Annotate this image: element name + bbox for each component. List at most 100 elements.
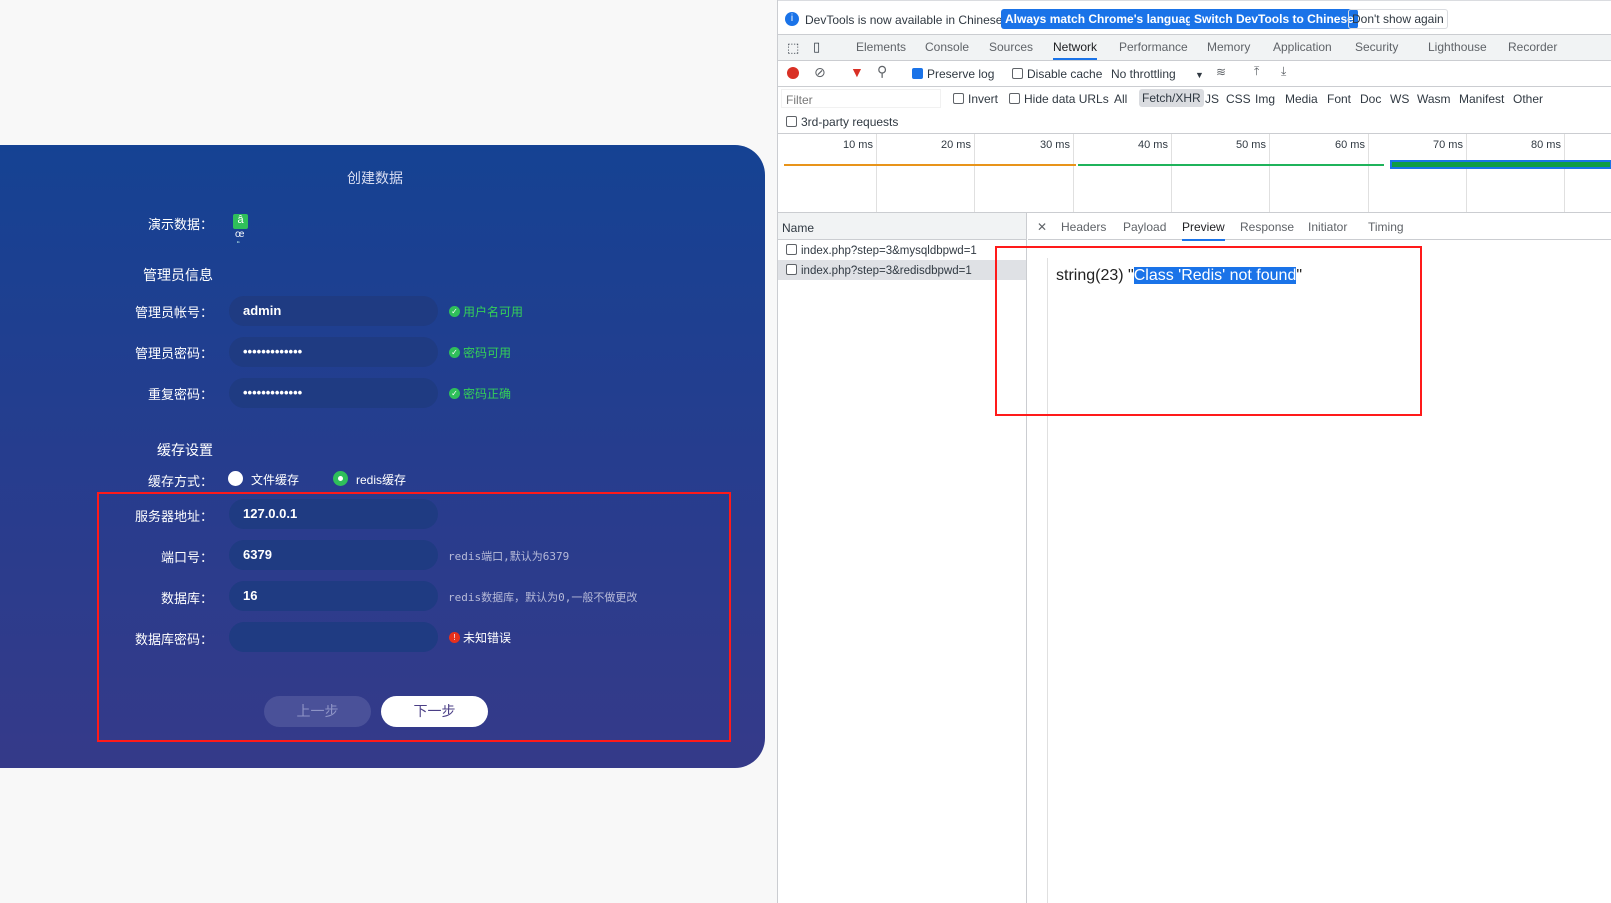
tab-performance[interactable]: Performance (1119, 40, 1188, 54)
cache-section-heading: 缓存设置 (157, 442, 213, 458)
tab-recorder[interactable]: Recorder (1508, 40, 1557, 54)
form-title: 创建数据 (347, 170, 403, 186)
type-other[interactable]: Other (1513, 92, 1543, 106)
throttling-select[interactable]: No throttling ▼ (1111, 67, 1204, 81)
request-row[interactable]: index.php?step=3&mysqldbpwd=1 (778, 240, 1026, 260)
type-css[interactable]: CSS (1226, 92, 1251, 106)
timeline-tick: 40 ms (1138, 139, 1168, 151)
next-button[interactable]: 下一步 (381, 696, 488, 727)
export-har-icon[interactable]: ⤓ (1281, 64, 1286, 79)
always-match-button[interactable]: Always match Chrome's language (1001, 9, 1204, 29)
db-input[interactable]: 16 (229, 581, 438, 611)
status-text: 密码正确 (463, 387, 512, 401)
dbpwd-input[interactable] (229, 622, 438, 652)
network-toolbar: ⊘ ▼ ⚲ Preserve log Disable cache No thro… (778, 61, 1611, 87)
inspect-icon[interactable]: ⬚ (787, 40, 799, 56)
device-toolbar-icon[interactable]: ▯ (813, 39, 820, 55)
type-wasm[interactable]: Wasm (1417, 92, 1451, 106)
third-party-checkbox[interactable]: 3rd-party requests (786, 115, 898, 129)
demo-glyph: œ (235, 229, 245, 240)
error-text: 未知错误 (463, 631, 512, 645)
admin-pwd-label: 管理员密码： (134, 346, 213, 361)
timeline-overview (778, 134, 1611, 213)
type-ws[interactable]: WS (1390, 92, 1409, 106)
status-text: 用户名可用 (463, 305, 524, 319)
port-hint: redis端口,默认为6379 (448, 550, 570, 563)
tab-timing[interactable]: Timing (1368, 220, 1404, 234)
import-har-icon[interactable]: ⤒ (1254, 64, 1259, 79)
repeat-pwd-label: 重复密码： (147, 387, 213, 402)
record-icon[interactable] (787, 67, 799, 79)
throttling-value: No throttling (1111, 67, 1176, 81)
timeline-tick: 30 ms (1040, 139, 1070, 151)
tab-sources[interactable]: Sources (989, 40, 1033, 54)
tab-memory[interactable]: Memory (1207, 40, 1250, 54)
dont-show-button[interactable]: Don't show again (1348, 9, 1448, 29)
request-row-selected[interactable]: index.php?step=3&redisdbpwd=1 (778, 260, 1026, 280)
tab-lighthouse[interactable]: Lighthouse (1428, 40, 1487, 54)
request-bar-download (1078, 164, 1384, 166)
type-img[interactable]: Img (1255, 92, 1275, 106)
type-js[interactable]: JS (1205, 92, 1219, 106)
check-icon: ✓ (449, 388, 460, 399)
repeat-pwd-input[interactable]: ••••••••••••• (229, 378, 438, 408)
tab-elements[interactable]: Elements (856, 40, 906, 54)
close-icon[interactable]: ✕ (1037, 220, 1047, 234)
radio-redis-cache[interactable] (333, 471, 348, 486)
filter-input[interactable]: Filter (781, 89, 941, 108)
name-column-header[interactable]: Name (778, 213, 1026, 240)
admin-user-label: 管理员帐号： (134, 305, 213, 320)
tab-console[interactable]: Console (925, 40, 969, 54)
switch-chinese-button[interactable]: Switch DevTools to Chinese (1190, 9, 1358, 29)
type-doc[interactable]: Doc (1360, 92, 1381, 106)
invert-checkbox[interactable]: Invert (953, 92, 998, 106)
highlight-box (995, 246, 1422, 416)
tab-response[interactable]: Response (1240, 220, 1294, 234)
radio-redis-cache-label: redis缓存 (356, 473, 407, 487)
check-icon: ✓ (449, 306, 460, 317)
third-party-label: 3rd-party requests (801, 115, 899, 129)
hide-data-urls-checkbox[interactable]: Hide data URLs (1009, 92, 1109, 106)
tab-payload[interactable]: Payload (1123, 220, 1166, 234)
type-fetch-xhr[interactable]: Fetch/XHR (1139, 89, 1204, 107)
disable-cache-label: Disable cache (1027, 67, 1103, 81)
tab-initiator[interactable]: Initiator (1308, 220, 1347, 234)
invert-label: Invert (968, 92, 999, 106)
request-name: index.php?step=3&mysqldbpwd=1 (801, 245, 977, 257)
tab-headers[interactable]: Headers (1061, 220, 1106, 234)
clear-icon[interactable]: ⊘ (814, 64, 826, 81)
request-bar-waiting (784, 164, 1076, 166)
preserve-log-checkbox[interactable]: Preserve log (912, 67, 994, 81)
port-label: 端口号： (160, 550, 213, 565)
demo-glyph: “ (237, 240, 240, 249)
demo-checkbox[interactable]: â (233, 214, 248, 229)
db-label: 数据库： (160, 591, 213, 606)
admin-pwd-input[interactable]: ••••••••••••• (229, 337, 438, 367)
admin-user-input[interactable]: admin (229, 296, 438, 326)
preserve-log-label: Preserve log (927, 67, 995, 81)
tab-security[interactable]: Security (1355, 40, 1398, 54)
radio-file-cache[interactable] (228, 471, 243, 486)
port-input[interactable]: 6379 (229, 540, 438, 570)
network-conditions-icon[interactable]: ≋ (1216, 65, 1226, 79)
web-page: 创建数据 演示数据： â œ “ 管理员信息 管理员帐号： admin ✓ 用户名… (0, 0, 777, 903)
error-icon: ! (449, 632, 460, 643)
server-input[interactable]: 127.0.0.1 (229, 499, 438, 529)
type-media[interactable]: Media (1285, 92, 1318, 106)
prev-button[interactable]: 上一步 (264, 696, 371, 727)
type-font[interactable]: Font (1327, 92, 1351, 106)
hide-data-urls-label: Hide data URLs (1024, 92, 1109, 106)
tab-preview[interactable]: Preview (1182, 220, 1225, 241)
info-icon: i (785, 12, 799, 26)
tab-network[interactable]: Network (1053, 40, 1098, 60)
type-manifest[interactable]: Manifest (1459, 92, 1504, 106)
infobar-text: DevTools is now available in Chinese! (805, 13, 1006, 27)
disable-cache-checkbox[interactable]: Disable cache (1012, 67, 1102, 81)
timeline-tick: 70 ms (1433, 139, 1463, 151)
type-all[interactable]: All (1114, 92, 1127, 106)
filter-icon[interactable]: ▼ (850, 64, 864, 80)
tab-application[interactable]: Application (1273, 40, 1332, 54)
request-bar-selected (1390, 160, 1611, 169)
search-icon[interactable]: ⚲ (877, 63, 887, 80)
dbpwd-error: ! 未知错误 (449, 629, 511, 646)
